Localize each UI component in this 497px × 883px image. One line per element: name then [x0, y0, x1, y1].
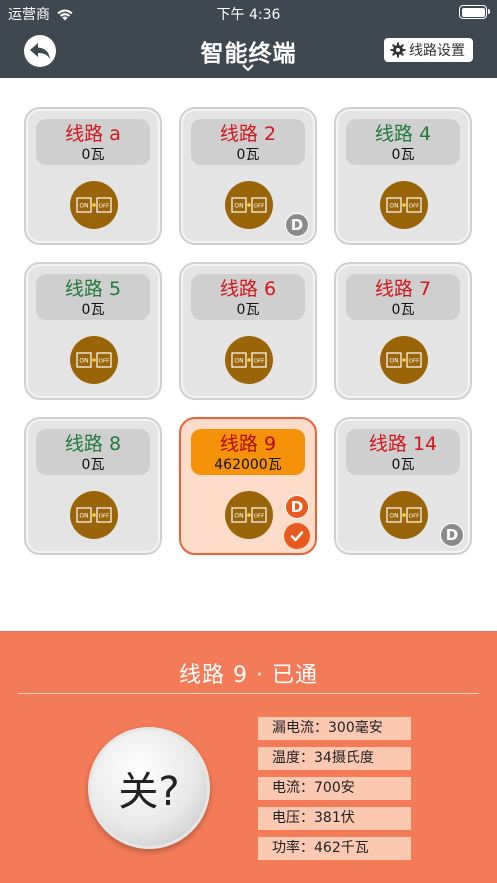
metric-power: 功率：462千瓦: [258, 837, 411, 860]
metric-current: 电流：700安: [258, 777, 411, 800]
switch-off-label: OFF: [254, 359, 265, 365]
switch-on-label: ON: [234, 358, 243, 365]
timer-badge-icon: D: [285, 495, 309, 519]
switch-off-label: OFF: [99, 359, 110, 365]
power-switch-icon[interactable]: ON OFF: [70, 181, 118, 229]
switch-off-label: OFF: [99, 204, 110, 210]
circuit-card[interactable]: 线路 7 0瓦 ON OFF: [334, 262, 472, 400]
circuit-name: 线路 4: [374, 123, 432, 145]
circuit-grid: 线路 a 0瓦 ON OFF 线路 2 0瓦 ON OFF D 线路 4 0瓦 ON OFF 线路 5 0瓦…: [24, 107, 474, 557]
switch-on-label: ON: [234, 513, 243, 520]
circuit-label-box: 线路 6 0瓦: [191, 274, 305, 320]
circuit-label-box: 线路 4 0瓦: [346, 119, 460, 165]
power-switch-icon[interactable]: ON OFF: [225, 491, 273, 539]
power-switch-icon[interactable]: ON OFF: [380, 181, 428, 229]
circuit-power: 0瓦: [81, 302, 105, 318]
battery-icon: [459, 5, 490, 19]
switch-on-label: ON: [234, 203, 243, 210]
circuit-label-box: 线路 2 0瓦: [191, 119, 305, 165]
power-switch-icon[interactable]: ON OFF: [380, 336, 428, 384]
metric-voltage: 电压：381伏: [258, 807, 411, 830]
circuit-power: 0瓦: [236, 147, 260, 163]
divider: [18, 693, 479, 694]
circuit-label-box: 线路 a 0瓦: [36, 119, 150, 165]
circuit-detail-panel: 线路 9 · 已通 关? 漏电流：300毫安 温度：34摄氏度 电流：700安 …: [0, 631, 497, 883]
metric-leakage-current: 漏电流：300毫安: [258, 717, 411, 740]
circuit-name: 线路 2: [219, 123, 277, 145]
status-bar: 运营商 下午 4:36: [0, 0, 497, 24]
circuit-power: 0瓦: [81, 457, 105, 473]
circuit-power: 0瓦: [391, 147, 415, 163]
switch-off-label: OFF: [409, 514, 420, 520]
power-switch-icon[interactable]: ON OFF: [225, 181, 273, 229]
power-switch-icon[interactable]: ON OFF: [70, 336, 118, 384]
circuit-power: 462000瓦: [214, 457, 282, 473]
timer-badge-icon: D: [440, 523, 464, 547]
circuit-name: 线路 9: [219, 433, 277, 455]
circuit-card[interactable]: 线路 5 0瓦 ON OFF: [24, 262, 162, 400]
circuit-name: 线路 14: [368, 433, 438, 455]
detail-title: 线路 9 · 已通: [179, 663, 318, 688]
circuit-name: 线路 5: [64, 278, 122, 300]
switch-on-label: ON: [79, 358, 88, 365]
checkmark-icon: [284, 523, 310, 549]
power-switch-icon[interactable]: ON OFF: [380, 491, 428, 539]
status-time: 下午 4:36: [216, 7, 281, 23]
settings-label: 线路设置: [409, 43, 465, 59]
circuit-settings-button[interactable]: 线路设置: [384, 38, 473, 62]
switch-off-label: OFF: [254, 204, 265, 210]
circuit-card[interactable]: 线路 9 462000瓦 ON OFF D: [179, 417, 317, 555]
chevron-down-icon[interactable]: [240, 62, 256, 74]
switch-on-label: ON: [79, 513, 88, 520]
switch-off-label: OFF: [409, 204, 420, 210]
switch-on-label: ON: [389, 358, 398, 365]
circuit-card[interactable]: 线路 4 0瓦 ON OFF: [334, 107, 472, 245]
switch-off-label: OFF: [99, 514, 110, 520]
metric-temperature: 温度：34摄氏度: [258, 747, 411, 770]
switch-off-label: OFF: [409, 359, 420, 365]
circuit-card[interactable]: 线路 2 0瓦 ON OFF D: [179, 107, 317, 245]
circuit-label-box: 线路 7 0瓦: [346, 274, 460, 320]
circuit-name: 线路 8: [64, 433, 122, 455]
circuit-label-box: 线路 14 0瓦: [346, 429, 460, 475]
circuit-power: 0瓦: [236, 302, 260, 318]
circuit-name: 线路 a: [65, 123, 121, 145]
circuit-power: 0瓦: [391, 457, 415, 473]
circuit-card[interactable]: 线路 14 0瓦 ON OFF D: [334, 417, 472, 555]
switch-on-label: ON: [389, 513, 398, 520]
timer-badge-icon: D: [285, 213, 309, 237]
nav-bar: 智能终端 线路设置: [0, 24, 497, 78]
circuit-power: 0瓦: [81, 147, 105, 163]
power-switch-icon[interactable]: ON OFF: [70, 491, 118, 539]
circuit-label-box: 线路 9 462000瓦: [191, 429, 305, 475]
power-switch-icon[interactable]: ON OFF: [225, 336, 273, 384]
circuit-card[interactable]: 线路 6 0瓦 ON OFF: [179, 262, 317, 400]
switch-off-label: OFF: [254, 514, 265, 520]
circuit-label-box: 线路 5 0瓦: [36, 274, 150, 320]
circuit-label-box: 线路 8 0瓦: [36, 429, 150, 475]
circuit-name: 线路 6: [219, 278, 277, 300]
gear-icon: [390, 42, 406, 58]
circuit-power: 0瓦: [391, 302, 415, 318]
circuit-name: 线路 7: [374, 278, 432, 300]
switch-on-label: ON: [79, 203, 88, 210]
switch-on-label: ON: [389, 203, 398, 210]
circuit-card[interactable]: 线路 8 0瓦 ON OFF: [24, 417, 162, 555]
circuit-card[interactable]: 线路 a 0瓦 ON OFF: [24, 107, 162, 245]
turn-off-button[interactable]: 关?: [88, 727, 210, 849]
